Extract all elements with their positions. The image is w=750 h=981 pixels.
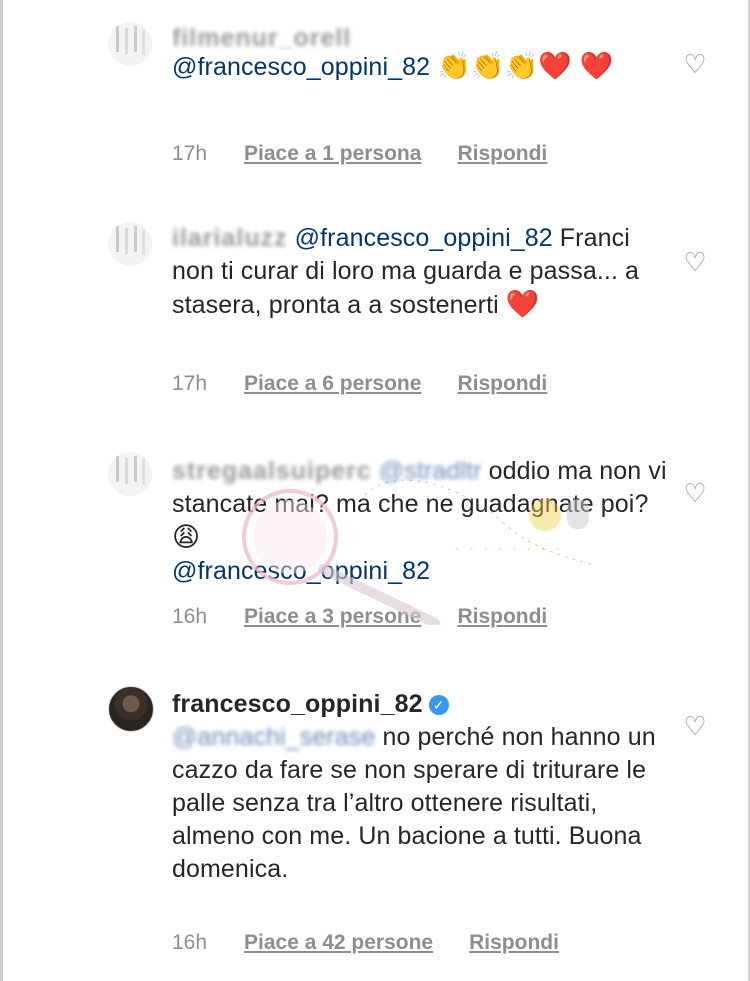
- likes-link[interactable]: Piace a 3 persone: [244, 605, 421, 629]
- comment-username[interactable]: filmenur_orell: [172, 24, 351, 50]
- emoji-text: 😩: [172, 522, 201, 552]
- mention-link[interactable]: @francesco_oppini_82: [295, 224, 553, 252]
- mention-link[interactable]: @stradltr: [379, 457, 482, 485]
- comment-body: francesco_oppini_82 ✓ @annachi_serase no …: [172, 688, 672, 886]
- comment-time: 16h: [172, 931, 208, 954]
- reply-button[interactable]: Rispondi: [457, 605, 547, 629]
- avatar[interactable]: [108, 222, 152, 266]
- reply-button[interactable]: Rispondi: [457, 372, 547, 396]
- likes-link[interactable]: Piace a 42 persone: [244, 931, 433, 955]
- comment-body: stregaalsuiperc @stradltr oddio ma non v…: [172, 455, 672, 588]
- avatar[interactable]: [108, 22, 152, 66]
- comment-meta: 17h Piace a 1 persona Rispondi: [172, 142, 547, 166]
- comment-meta: 17h Piace a 6 persone Rispondi: [172, 372, 547, 396]
- reply-button[interactable]: Rispondi: [457, 142, 547, 166]
- comment-username[interactable]: ilarialuzz: [172, 224, 288, 252]
- heart-outline-icon[interactable]: ♡: [682, 713, 708, 739]
- reply-button[interactable]: Rispondi: [469, 931, 559, 955]
- mention-link[interactable]: @francesco_oppini_82: [172, 557, 430, 585]
- comment-body: ilarialuzz @francesco_oppini_82 Franci n…: [172, 222, 672, 322]
- mention-link[interactable]: @annachi_serase: [172, 723, 375, 751]
- heart-outline-icon[interactable]: ♡: [682, 51, 708, 77]
- comment-time: 17h: [172, 142, 208, 165]
- verified-badge-icon: ✓: [428, 695, 449, 715]
- comment-time: 17h: [172, 372, 208, 395]
- avatar[interactable]: [108, 686, 154, 732]
- comment-username[interactable]: stregaalsuiperc: [172, 457, 372, 485]
- avatar[interactable]: [108, 452, 152, 496]
- emoji-text: 👏👏👏❤️ ❤️: [437, 51, 614, 81]
- comment-username[interactable]: francesco_oppini_82: [172, 690, 423, 718]
- comment-meta: 16h Piace a 3 persone Rispondi: [172, 605, 547, 629]
- left-border: [0, 0, 3, 981]
- mention-link[interactable]: @francesco_oppini_82: [172, 53, 430, 81]
- heart-outline-icon[interactable]: ♡: [682, 480, 708, 506]
- heart-outline-icon[interactable]: ♡: [682, 249, 708, 275]
- emoji-text: ❤️: [505, 289, 540, 319]
- comment-meta: 16h Piace a 42 persone Rispondi: [172, 931, 559, 955]
- likes-link[interactable]: Piace a 1 persona: [244, 142, 421, 166]
- comment-time: 16h: [172, 605, 208, 628]
- likes-link[interactable]: Piace a 6 persone: [244, 372, 421, 396]
- comment-body: filmenur_orell @francesco_oppini_82 👏👏👏❤…: [172, 24, 672, 84]
